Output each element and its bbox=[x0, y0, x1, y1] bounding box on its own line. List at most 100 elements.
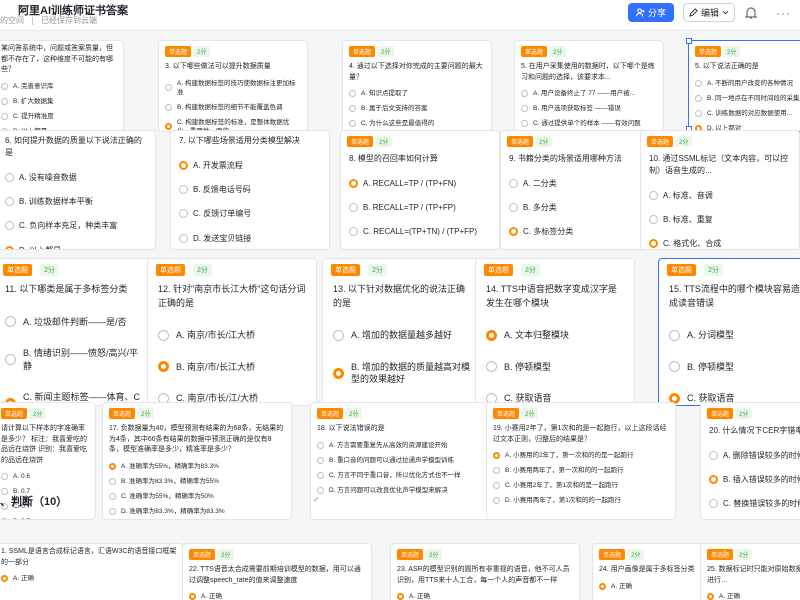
radio-selected-icon[interactable] bbox=[109, 462, 116, 470]
answer-option[interactable]: B. 准确率为83.3%，精确率为55% bbox=[109, 477, 285, 486]
radio-selected-icon[interactable] bbox=[349, 179, 358, 189]
answer-option[interactable]: B. 停顿模型 bbox=[669, 361, 800, 374]
question-card[interactable]: 单选题 2分 8. 模型的召回率如何计算 A. RECALL=TP / (TP+FN)… bbox=[340, 130, 500, 250]
question-card[interactable]: 单选题 2分 12. 针对"南京市长江大桥"这句话分词正确的是 A. 南京/市长/江大… bbox=[147, 258, 317, 406]
answer-option[interactable]: D. 发送宝贝链接 bbox=[179, 233, 321, 244]
radio-icon[interactable] bbox=[493, 467, 500, 475]
radio-icon[interactable] bbox=[709, 451, 718, 461]
answer-option[interactable]: A. 没有噪音数据 bbox=[5, 172, 147, 183]
question-card[interactable]: 单选题2分 20. 什么情况下CER字错率会增加 A. 删除错误较多的时候 B. 插入… bbox=[700, 402, 800, 520]
whiteboard-canvas[interactable]: 某问答系统中，问题或答案质量，但都不存在了，这种维度不可能的有哪些？ A. 完善意… bbox=[0, 31, 800, 600]
question-card[interactable]: 单选题 2分 14. TTS中语音把数字变成汉字是发生在哪个模块 A. 文本归整模块 B… bbox=[475, 258, 635, 406]
radio-icon[interactable] bbox=[179, 209, 188, 219]
radio-icon[interactable] bbox=[349, 120, 356, 128]
radio-selected-icon[interactable] bbox=[189, 593, 196, 600]
radio-icon[interactable] bbox=[317, 441, 324, 449]
radio-icon[interactable] bbox=[5, 221, 14, 231]
radio-icon[interactable] bbox=[1, 473, 8, 481]
answer-option[interactable]: A. 标准、音调 bbox=[649, 190, 791, 201]
answer-option[interactable]: A. 用户设备终止了 77 ——用户被... bbox=[521, 89, 657, 98]
radio-icon[interactable] bbox=[5, 173, 14, 183]
answer-option[interactable]: A. 完善意识库 bbox=[1, 82, 117, 91]
radio-icon[interactable] bbox=[521, 90, 528, 98]
bell-icon[interactable] bbox=[745, 6, 757, 19]
answer-option[interactable]: B. 扩大数据集 bbox=[1, 97, 117, 106]
radio-icon[interactable] bbox=[1, 97, 8, 105]
radio-icon[interactable] bbox=[669, 329, 680, 341]
question-card[interactable]: 单选题 2分 9. 书籍分类的场景适用哪种方法 A. 二分类 B. 多分类 C. 多标签分… bbox=[500, 130, 660, 250]
answer-option[interactable]: B. 用户选项获取标签 ——错误 bbox=[521, 104, 657, 113]
answer-option[interactable]: A. 正确 bbox=[189, 592, 365, 600]
answer-option[interactable]: C. 替换错误较多的时候 bbox=[709, 498, 800, 509]
answer-option[interactable]: D. 0.5 bbox=[1, 517, 89, 519]
more-icon[interactable]: ··· bbox=[776, 6, 791, 20]
radio-selected-icon[interactable] bbox=[165, 123, 172, 131]
radio-icon[interactable] bbox=[649, 215, 658, 225]
answer-option[interactable]: A. 正确 bbox=[397, 592, 573, 600]
answer-option[interactable]: A. 方言需要重复先从高效的资源建设开始 bbox=[317, 441, 493, 450]
radio-selected-icon[interactable] bbox=[5, 245, 14, 249]
answer-option[interactable]: B. 反馈电话号码 bbox=[179, 184, 321, 195]
answer-option[interactable]: A. 垃圾邮件判断——是/否 bbox=[5, 316, 143, 329]
radio-icon[interactable] bbox=[158, 329, 169, 341]
radio-icon[interactable] bbox=[695, 109, 702, 117]
radio-selected-icon[interactable] bbox=[397, 593, 404, 600]
radio-icon[interactable] bbox=[509, 179, 518, 189]
answer-option[interactable]: B. 标准、重复 bbox=[649, 214, 791, 225]
selection-handle[interactable] bbox=[686, 38, 692, 44]
answer-option[interactable]: B. 情绪识别——愤怒/高兴/平静 bbox=[5, 347, 143, 372]
answer-option[interactable]: A. 0.6 bbox=[1, 472, 89, 481]
radio-icon[interactable] bbox=[649, 191, 658, 201]
answer-option[interactable]: A. 分词模型 bbox=[669, 329, 800, 342]
question-card[interactable]: 单选题 2分 19. 小赛用2年了，第1次和的是一起跑行，以上这段话经过文本正则，归… bbox=[486, 402, 676, 520]
radio-selected-icon[interactable] bbox=[1, 575, 8, 583]
share-button[interactable]: 分享 bbox=[628, 3, 674, 22]
radio-icon[interactable] bbox=[1, 112, 8, 120]
radio-icon[interactable] bbox=[5, 197, 14, 207]
radio-icon[interactable] bbox=[669, 361, 680, 373]
radio-icon[interactable] bbox=[521, 120, 528, 128]
answer-option[interactable]: A. 不断的用户改变的各种情况 bbox=[695, 79, 800, 88]
answer-option[interactable]: A. RECALL=TP / (TP+FN) bbox=[349, 178, 491, 189]
radio-icon[interactable] bbox=[5, 316, 16, 328]
answer-option[interactable]: D. 以上都是 bbox=[5, 245, 147, 249]
answer-option[interactable]: A. 文本归整模块 bbox=[486, 329, 624, 342]
breadcrumb-space[interactable]: 的空间 bbox=[0, 16, 24, 25]
answer-option[interactable]: C. 训练数据的对应数据使用... bbox=[695, 109, 800, 118]
radio-selected-icon[interactable] bbox=[649, 239, 658, 249]
question-card[interactable]: 单选题 2分 3. 以下哪些做法可以提升数据质量 A. 构建数据标签的技巧使数据标注更… bbox=[158, 40, 308, 132]
answer-option[interactable]: C. 准确率为55%，精确率为50% bbox=[109, 492, 285, 501]
radio-selected-icon[interactable] bbox=[179, 161, 188, 171]
radio-icon[interactable] bbox=[165, 103, 172, 111]
radio-icon[interactable] bbox=[509, 203, 518, 213]
radio-icon[interactable] bbox=[109, 477, 116, 485]
radio-icon[interactable] bbox=[709, 499, 718, 509]
answer-option[interactable]: C. 为什么这些是最值得的 bbox=[349, 119, 485, 128]
radio-icon[interactable] bbox=[109, 507, 116, 515]
answer-option[interactable]: A. 开发票流程 bbox=[179, 160, 321, 171]
radio-selected-icon[interactable] bbox=[707, 593, 714, 600]
question-card[interactable]: 单选题 2分 11. 以下哪类是属于多标签分类 A. 垃圾邮件判断——是/否 B. 情绪… bbox=[0, 258, 154, 406]
answer-option[interactable]: A. 知识点提取了 bbox=[349, 89, 485, 98]
answer-option[interactable]: C. 提升精准度 bbox=[1, 112, 117, 121]
radio-icon[interactable] bbox=[317, 486, 324, 494]
radio-icon[interactable] bbox=[493, 497, 500, 505]
radio-selected-icon[interactable] bbox=[509, 227, 518, 237]
answer-option[interactable]: D. 方言问题可以改良优化声学模型来解决 bbox=[317, 486, 493, 495]
answer-option[interactable]: A. 正确 bbox=[1, 574, 177, 583]
radio-selected-icon[interactable] bbox=[158, 361, 169, 373]
answer-option[interactable]: B. 增加的数据的质量越高对模型的效果越好 bbox=[333, 361, 471, 386]
answer-option[interactable]: B. 停顿模型 bbox=[486, 361, 624, 374]
answer-option[interactable]: A. 增加的数据量越多越好 bbox=[333, 329, 471, 342]
radio-icon[interactable] bbox=[521, 105, 528, 113]
radio-icon[interactable] bbox=[179, 233, 188, 243]
question-card[interactable]: 单选题 2分 25. 数据标记时只能对原始数据进行… A. 正确 bbox=[700, 543, 800, 600]
question-card[interactable]: 单选题 2分 18. 以下说法错误的是 A. 方言需要重复先从高效的资源建设开始 B. … bbox=[310, 402, 500, 520]
answer-option[interactable]: D. 准确率为83.3%，精确率为83.3% bbox=[109, 507, 285, 516]
answer-option[interactable]: C. 方言不同于重口音，所以优化方式也不一样 bbox=[317, 471, 493, 480]
radio-icon[interactable] bbox=[1, 518, 8, 519]
radio-icon[interactable] bbox=[165, 84, 172, 92]
answer-option[interactable]: C. 多标签分类 bbox=[509, 226, 651, 237]
answer-option[interactable]: A. 构建数据标签的技巧使数据标注更加标准 bbox=[165, 79, 301, 97]
radio-icon[interactable] bbox=[349, 227, 358, 237]
